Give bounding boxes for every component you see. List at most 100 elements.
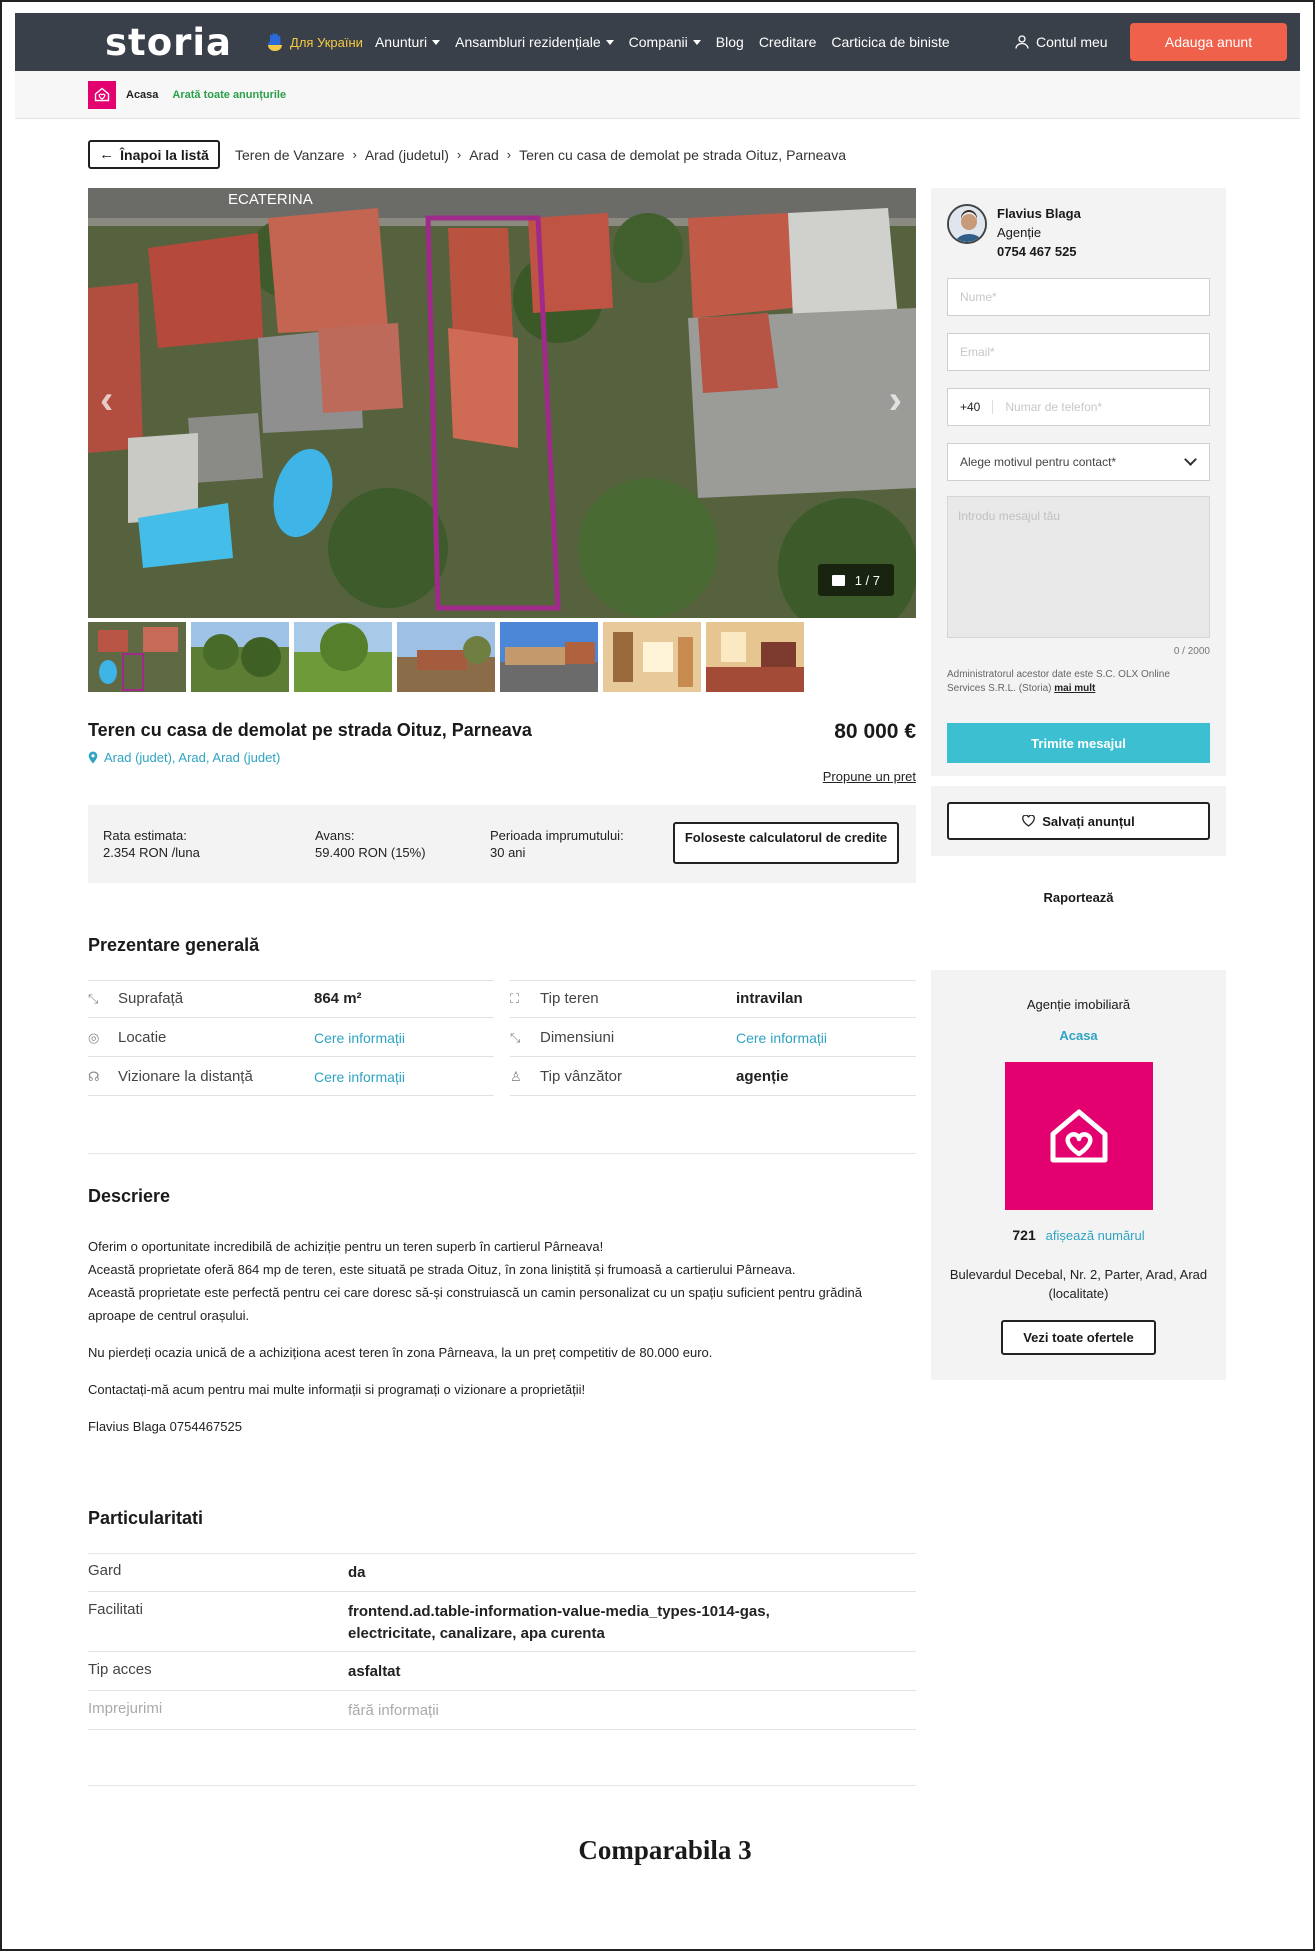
thumbnail[interactable] xyxy=(88,622,186,692)
location-text: Arad (judet), Arad, Arad (judet) xyxy=(104,750,281,765)
house-heart-icon xyxy=(94,87,110,102)
feature-value: da xyxy=(348,1564,366,1581)
listing-price: 80 000 € xyxy=(834,720,916,743)
feature-value: asfaltat xyxy=(348,1663,401,1680)
breadcrumb: Teren de Vanzare › Arad (judetul) › Arad › Ter… xyxy=(235,147,846,163)
show-number-link[interactable]: afișează numărul xyxy=(1046,1228,1145,1243)
overview-row: ⤡ Dimensiuni Cere informații xyxy=(510,1019,916,1057)
agency-logo[interactable] xyxy=(1005,1062,1153,1210)
agency-name[interactable]: Acasa xyxy=(931,1028,1226,1043)
ukraine-link[interactable]: Для України xyxy=(266,32,363,52)
feature-value: fără informații xyxy=(348,1702,439,1719)
show-all-ads-link[interactable]: Arată toate anunțurile xyxy=(172,89,286,101)
user-icon xyxy=(1015,35,1029,49)
thumbnail[interactable] xyxy=(294,622,392,692)
agent-phone[interactable]: 0754 467 525 xyxy=(997,244,1077,259)
overview-row: ◎ Locatie Cere informații xyxy=(88,1019,494,1057)
add-ad-button[interactable]: Adauga anunt xyxy=(1130,23,1287,61)
request-info-link[interactable]: Cere informații xyxy=(314,1069,405,1085)
account-link[interactable]: Contul meu xyxy=(1015,13,1108,71)
land-type-icon: ⛶ xyxy=(510,990,520,1006)
listing-location[interactable]: Arad (judet), Arad, Arad (judet) xyxy=(88,750,280,765)
nav-link[interactable]: Ansambluri rezidențiale xyxy=(455,34,614,50)
nav-link[interactable]: Companii xyxy=(629,34,701,50)
send-message-button[interactable]: Trimite mesajul xyxy=(947,723,1210,763)
contact-reason-select[interactable]: Alege motivul pentru contact* xyxy=(947,443,1210,481)
caret-down-icon xyxy=(605,39,614,45)
thumbnail[interactable] xyxy=(706,622,804,692)
section-divider xyxy=(88,1785,916,1786)
thumbnail[interactable] xyxy=(603,622,701,692)
agency-type: Agenție imobiliară xyxy=(1026,997,1131,1012)
dimensions-icon: ⤡ xyxy=(510,1029,521,1045)
description-paragraph: Oferim o oportunitate incredibilă de ach… xyxy=(88,1239,862,1323)
overview-row: ♙ Tip vânzător agenție xyxy=(510,1058,916,1096)
privacy-more-link[interactable]: mai mult xyxy=(1054,683,1095,694)
phone-prefix[interactable]: +40 xyxy=(960,400,994,414)
feature-label: Facilitati xyxy=(88,1601,144,1618)
feature-label: Gard xyxy=(88,1562,122,1579)
account-label: Contul meu xyxy=(1036,34,1108,50)
save-ad-label: Salvați anunțul xyxy=(1042,813,1135,829)
description-body: Oferim o oportunitate incredibilă de ach… xyxy=(88,1235,908,1452)
pin-icon xyxy=(88,751,98,764)
phone-placeholder: Numar de telefon* xyxy=(1005,400,1103,414)
next-photo-arrow-icon[interactable]: › xyxy=(889,378,902,423)
save-ad-button[interactable]: Salvați anunțul xyxy=(947,802,1210,840)
location-icon: ◎ xyxy=(88,1029,100,1045)
overview-label: Tip teren xyxy=(540,990,599,1007)
section-divider xyxy=(88,1153,916,1154)
request-info-link[interactable]: Cere informații xyxy=(314,1030,405,1046)
thumbnail[interactable] xyxy=(500,622,598,692)
storia-logo[interactable]: storia xyxy=(105,21,232,64)
overview-value: intravilan xyxy=(736,990,803,1007)
save-ad-box: Salvați anunțul xyxy=(931,786,1226,856)
privacy-note: Administratorul acestor date este S.C. O… xyxy=(947,668,1210,696)
ukraine-label: Для України xyxy=(290,34,363,50)
report-link[interactable]: Raportează xyxy=(931,890,1226,905)
propose-price-link[interactable]: Propune un pret xyxy=(700,769,916,784)
phone-field[interactable]: +40 Numar de telefon* xyxy=(947,388,1210,426)
overview-label: Dimensiuni xyxy=(540,1029,615,1046)
back-to-list-button[interactable]: ← Înapoi la listă xyxy=(88,140,220,169)
chevron-right-icon: › xyxy=(352,147,357,162)
nav-link[interactable]: Blog xyxy=(716,34,744,50)
thumbnail[interactable] xyxy=(191,622,289,692)
description-paragraph: Contactați-mă acum pentru mai multe info… xyxy=(88,1382,586,1397)
contact-reason-value: Alege motivul pentru contact* xyxy=(960,455,1117,469)
breadcrumb-item[interactable]: Arad xyxy=(469,147,499,163)
advance-label: Avans: xyxy=(315,828,355,843)
message-textarea[interactable]: Introdu mesajul tău xyxy=(947,496,1210,638)
agency-bar: Acasa Arată toate anunțurile xyxy=(15,71,1300,119)
thumbnail[interactable] xyxy=(397,622,495,692)
agency-name-small[interactable]: Acasa xyxy=(126,89,158,101)
caret-down-icon xyxy=(432,39,441,45)
overview-row: ☊ Vizionare la distanță Cere informații xyxy=(88,1058,494,1096)
breadcrumb-item[interactable]: Teren de Vanzare xyxy=(235,147,344,163)
request-info-link[interactable]: Cere informații xyxy=(736,1030,827,1046)
agent-name: Flavius Blaga xyxy=(997,206,1081,221)
nav-link-label: Blog xyxy=(715,34,744,50)
overview-value: agenție xyxy=(736,1068,789,1085)
prev-photo-arrow-icon[interactable]: ‹ xyxy=(100,378,113,423)
area-icon: ⤡ xyxy=(88,990,99,1006)
nav-link[interactable]: Anunturi xyxy=(375,34,441,50)
email-placeholder: Email* xyxy=(960,345,995,359)
overview-row: ⤡ Suprafață 864 m² xyxy=(88,980,494,1018)
chevron-down-icon xyxy=(1184,453,1197,466)
description-heading: Descriere xyxy=(88,1186,171,1206)
breadcrumb-item[interactable]: Arad (judetul) xyxy=(365,147,449,163)
agency-logo-small[interactable] xyxy=(88,80,116,109)
view-all-offers-button[interactable]: Vezi toate ofertele xyxy=(1001,1320,1156,1355)
email-field[interactable]: Email* xyxy=(947,333,1210,371)
feature-row: Gard da xyxy=(88,1553,916,1592)
feature-row: Facilitati frontend.ad.table-information-… xyxy=(88,1592,916,1652)
credit-calculator-button[interactable]: Foloseste calculatorul de credite xyxy=(673,822,899,864)
photo-gallery[interactable]: ECATERINA ‹ › 1 / 7 xyxy=(88,188,916,618)
map-street-label: ECATERINA xyxy=(228,191,313,208)
nav-links: Anunturi Ansambluri rezidențiale Companii B… xyxy=(375,34,965,50)
nav-link[interactable]: Creditare xyxy=(759,34,817,50)
name-field[interactable]: Nume* xyxy=(947,278,1210,316)
agency-ad-count: 721 afișează numărul xyxy=(931,1227,1226,1243)
nav-link[interactable]: Carticica de biniste xyxy=(831,34,949,50)
